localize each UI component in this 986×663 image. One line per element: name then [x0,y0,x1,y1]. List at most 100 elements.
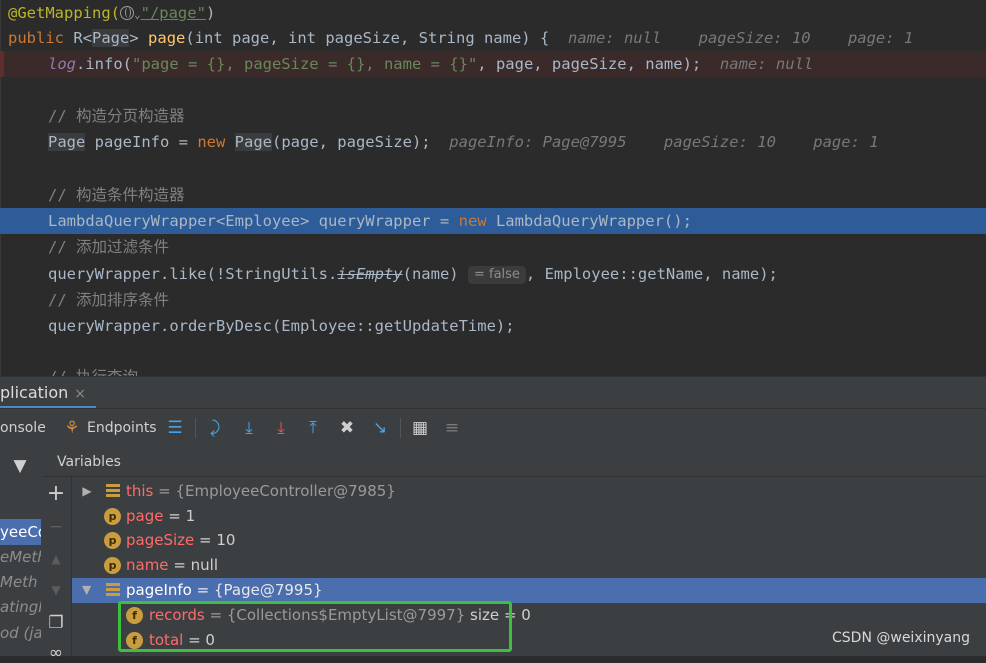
move-up-icon[interactable]: ▲ [46,549,66,569]
debug-inline-values: pageInfo: Page@7995 pageSize: 10 page: 1 [449,133,879,151]
debug-tab-bar: plication × [0,376,986,409]
trace-stream-icon[interactable]: ≡ [442,418,462,438]
code-line[interactable]: // 构造条件构造器 [0,182,986,208]
variable-row-selected[interactable]: ▶ pageInfo = {Page@7995} [72,578,986,603]
comment: // 构造条件构造器 [48,186,185,204]
object-icon [106,484,120,498]
globe-icon[interactable] [119,6,134,20]
tab-endpoints[interactable]: Endpoints [87,409,157,447]
variable-row[interactable]: p name = null [72,553,986,578]
variable-name: pageInfo [126,581,192,599]
code-line[interactable]: Page pageInfo = new Page(page, pageSize)… [0,129,986,155]
parameter-icon: p [104,557,121,574]
variable-name: pageSize [126,531,195,549]
step-out-icon[interactable]: ⤒ [303,418,323,438]
add-watch-icon[interactable]: + [46,483,66,505]
variable-row[interactable]: p pageSize = 10 [72,528,986,553]
comment: // 添加过滤条件 [48,238,169,256]
glasses-icon[interactable]: ∞ [46,643,66,663]
annotation: @GetMapping( [8,4,120,22]
variables-header: Variables [42,447,986,477]
remove-icon[interactable]: − [46,517,66,537]
code-editor[interactable]: @GetMapping(⌄"/page") public R<Page> pag… [0,0,986,376]
constructor-args: (page, pageSize); [271,133,431,151]
code-line[interactable]: // 执行查询 [0,364,986,376]
mapping-path-link[interactable]: "/page" [141,4,206,22]
debug-toolbar: onsole ⚘ Endpoints ☰ ⤸ ⤓ ⤓ ⤒ ✖ ↘ ▦ ≡ [0,408,986,448]
force-step-into-icon[interactable]: ⤓ [271,418,291,438]
variable-row[interactable]: p page = 1 [72,504,986,529]
close-icon[interactable]: × [74,386,86,402]
keyword: public [8,29,64,47]
code-line[interactable]: @GetMapping( ⌄"/page") [0,0,986,26]
comment: // 添加排序条件 [48,291,169,309]
generic-close: > [129,29,139,47]
parameter-icon: p [104,532,121,549]
step-into-icon[interactable]: ⤓ [239,418,259,438]
type-name: Page [48,133,86,151]
frame-item[interactable]: Meth [0,569,41,595]
chevron-down-icon[interactable]: ⌄ [134,8,141,21]
debug-inline-values: name: null [719,55,814,73]
deprecated-method: isEmpty [337,265,403,283]
menu-icon[interactable]: ☰ [165,418,185,438]
variable-name: page [126,507,164,525]
code-line[interactable]: public R<Page> page(int page, int pageSi… [0,25,986,51]
filter-icon[interactable]: ▼ [10,456,30,476]
debug-inline-values: name: null pageSize: 10 page: 1 [567,29,914,47]
drop-frame-icon[interactable]: ✖ [337,418,357,438]
method-params: (int page, int pageSize, String name) { [185,29,550,47]
call: queryWrapper.like(!StringUtils. [48,265,338,283]
frame-item[interactable]: od (ja [0,620,41,646]
variables-side-toolbar: + − ▲ ▼ ❐ ∞ [41,447,72,663]
keyword: new [458,212,487,230]
code-line[interactable]: queryWrapper.like(!StringUtils.isEmpty(n… [0,261,986,287]
log-field: log [48,55,76,73]
keyword: new [197,133,226,151]
call-args: (name) [402,265,459,283]
declaration: LambdaQueryWrapper<Employee> queryWrappe… [48,212,459,230]
declaration: pageInfo = [85,133,198,151]
method-name: page [148,29,186,47]
type-name: Page [234,133,272,151]
paren: ) [205,4,216,22]
code-line[interactable]: // 添加过滤条件 [0,234,986,260]
frame-item[interactable]: yeeCo [0,519,41,545]
variable-value: = 1 [168,507,196,525]
variable-row[interactable]: ▶ this = {EmployeeController@7985} [72,479,986,504]
variable-name: this [126,482,154,500]
inline-value-hint: = false [467,266,526,284]
parameter-icon: p [104,508,121,525]
tab-application[interactable]: plication × [0,377,96,409]
collapse-arrow-icon[interactable]: ▶ [75,584,100,598]
comment: // 执行查询 [48,364,138,376]
debug-panel: plication × onsole ⚘ Endpoints ☰ ⤸ ⤓ ⤓ ⤒ … [0,376,986,663]
current-execution-line[interactable]: LambdaQueryWrapper<Employee> queryWrappe… [0,208,986,234]
code-line[interactable]: // 构造分页构造器 [0,103,986,129]
frame-item[interactable]: eMeth [0,544,41,570]
evaluate-expression-icon[interactable]: ▦ [410,418,430,438]
breakpoint-marker [0,51,4,77]
run-to-cursor-icon[interactable]: ↘ [370,418,390,438]
expand-arrow-icon[interactable]: ▶ [80,479,94,504]
return-type: R< [73,29,93,47]
step-over-icon[interactable]: ⤸ [205,418,225,438]
copy-icon[interactable]: ❐ [46,613,66,633]
call: .info( [76,55,132,73]
call-args: , page, pageSize, name); [477,55,702,73]
constructor-call: LambdaQueryWrapper(); [486,212,692,230]
code-line[interactable]: log.info("page = {}, pageSize = {}, name… [0,51,986,77]
variable-name: name [126,556,169,574]
code-line[interactable]: queryWrapper.orderByDesc(Employee::getUp… [0,313,986,339]
code-line[interactable]: // 添加排序条件 [0,287,986,313]
highlight-box [118,601,512,652]
tab-console[interactable]: onsole [0,409,46,447]
frame-item[interactable]: atingM [0,594,41,620]
watermark: CSDN @weixinyang [832,630,970,646]
frames-panel: ▼ yeeCo eMeth Meth atingM od (ja [0,447,42,656]
variable-value: = 10 [199,531,236,549]
variable-value: = {EmployeeController@7985} [158,482,396,500]
object-icon [106,583,120,597]
move-down-icon[interactable]: ▼ [46,580,66,600]
tab-label: plication [0,383,69,402]
